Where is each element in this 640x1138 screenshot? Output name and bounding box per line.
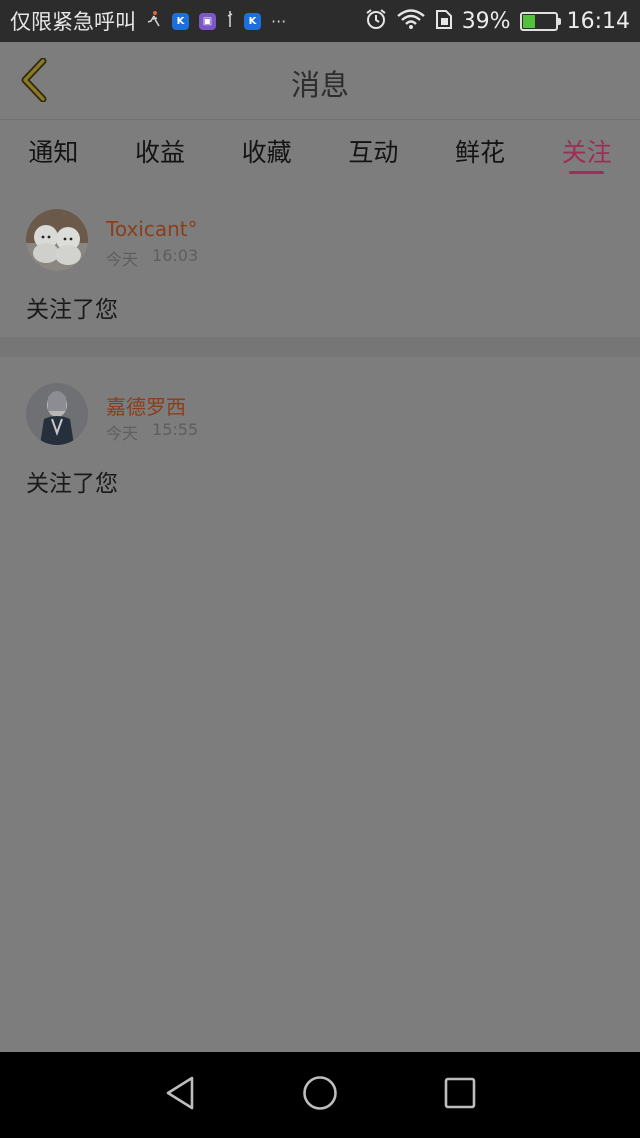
message-time: 15:55: [152, 420, 199, 439]
tab-notifications[interactable]: 通知: [0, 121, 107, 181]
list-item[interactable]: 嘉德罗西 今天 15:55 关注了您: [0, 357, 640, 512]
username[interactable]: 嘉德罗西: [106, 391, 186, 420]
nav-home-button[interactable]: [290, 1065, 350, 1125]
message-day: 今天: [106, 424, 139, 443]
tab-interactions[interactable]: 互动: [320, 121, 427, 181]
message-list: Toxicant° 今天 16:03 关注了您 嘉德罗西 今天 15:55 关注…: [0, 182, 640, 512]
battery-percent: 39%: [461, 8, 511, 34]
photo-app-icon: ▣: [199, 12, 216, 30]
battery-fill: [522, 14, 536, 28]
nav-recents-button[interactable]: [430, 1065, 490, 1125]
avatar[interactable]: [26, 383, 88, 445]
k-app-icon: K: [172, 12, 189, 30]
tall-figure-icon: [226, 10, 234, 32]
more-indicator: ···: [271, 11, 287, 31]
sim-icon: [435, 8, 453, 34]
page-title: 消息: [290, 68, 349, 102]
message-text: 关注了您: [26, 297, 118, 323]
divider: [0, 337, 640, 357]
circle-home-icon: [302, 1075, 338, 1115]
status-bar-left: 仅限紧急呼叫 K ▣ K ···: [10, 6, 365, 36]
message-day: 今天: [106, 250, 139, 269]
triangle-back-icon: [164, 1075, 196, 1115]
carrier-text: 仅限紧急呼叫: [10, 10, 136, 34]
nav-back-button[interactable]: [150, 1065, 210, 1125]
tab-follows[interactable]: 关注: [533, 121, 640, 181]
status-bar: 仅限紧急呼叫 K ▣ K ··· 39% 16:14: [0, 0, 640, 42]
clock: 16:14: [566, 8, 630, 34]
status-bar-right: 39% 16:14: [365, 8, 630, 34]
k-app-icon: K: [244, 12, 261, 30]
message-time: 16:03: [152, 246, 199, 265]
avatar[interactable]: [26, 209, 88, 271]
username[interactable]: Toxicant°: [106, 217, 198, 241]
square-recents-icon: [444, 1077, 476, 1113]
system-nav-bar: [0, 1052, 640, 1138]
wifi-icon: [396, 8, 426, 34]
message-meta: 今天 15:55: [106, 420, 198, 444]
alarm-icon: [365, 8, 387, 34]
runner-icon: [146, 10, 162, 32]
battery-icon: [519, 11, 561, 31]
list-item[interactable]: Toxicant° 今天 16:03 关注了您: [0, 182, 640, 337]
tab-earnings[interactable]: 收益: [107, 121, 214, 181]
tab-flowers[interactable]: 鲜花: [427, 121, 534, 181]
tab-bar: 通知 收益 收藏 互动 鲜花 关注: [0, 121, 640, 181]
message-meta: 今天 16:03: [106, 246, 198, 270]
tab-favorites[interactable]: 收藏: [213, 121, 320, 181]
message-text: 关注了您: [26, 471, 118, 497]
header: 消息: [0, 42, 640, 120]
